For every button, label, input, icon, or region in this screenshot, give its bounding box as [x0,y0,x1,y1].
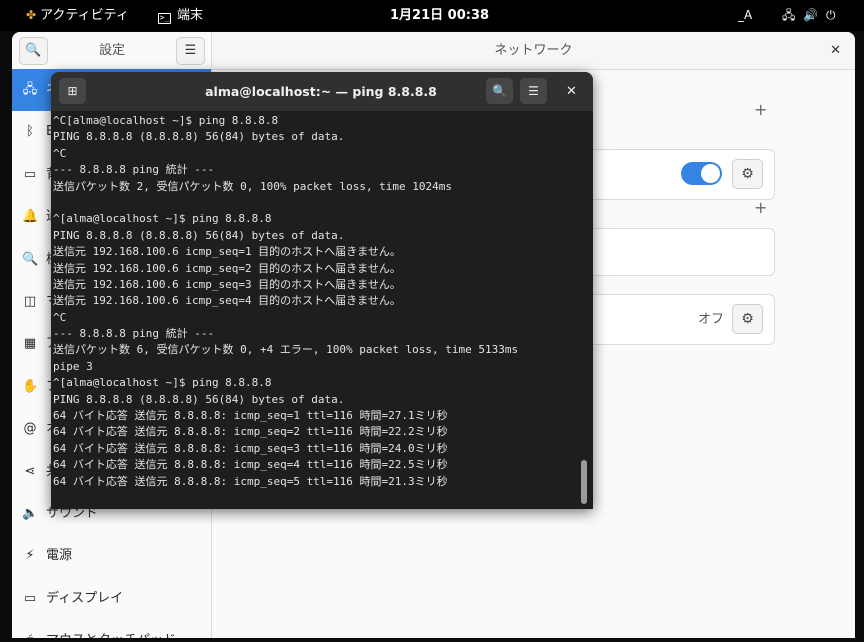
terminal-line: 送信元 192.168.100.6 icmp_seq=4 目的のホストへ届きませ… [53,294,401,308]
add-connection-button[interactable]: + [754,100,767,119]
top-bar: ✤ アクティビティ >_ 端末 1月21日 00:38 _A 🖧 🔊 ⏻ [0,0,864,31]
search-icon: 🔍 [22,251,39,267]
display-icon: ▭ [23,590,37,606]
gear-icon: ⚙ [741,166,754,182]
terminal-output[interactable]: ^C[alma@localhost ~]$ ping 8.8.8.8 PING 8… [53,113,578,507]
applications-icon: ▦ [23,336,37,352]
terminal-line: --- 8.8.8.8 ping 統計 --- [53,327,215,341]
clock[interactable]: 1月21日 00:38 [390,0,489,31]
sidebar-item-mouse[interactable]: 🖰 マウスとタッチパッド [12,620,211,638]
terminal-line: ^[alma@localhost ~]$ ping 8.8.8.8 [53,212,272,226]
terminal-line: 64 バイト応答 送信元 8.8.8.8: icmp_seq=3 ttl=116… [53,441,448,455]
terminal-close-button[interactable]: ✕ [566,72,577,111]
input-method-indicator[interactable]: _A [738,0,752,31]
terminal-window[interactable]: ⊞ alma@localhost:~ — ping 8.8.8.8 🔍 ☰ ✕ … [51,72,593,509]
proxy-state-label: オフ [698,312,725,327]
terminal-line: ^C[alma@localhost ~]$ ping 8.8.8.8 [53,114,279,127]
terminal-line: 送信元 192.168.100.6 icmp_seq=2 目的のホストへ届きませ… [53,261,401,275]
activities-icon: ✤ [26,8,37,22]
terminal-line: ^[alma@localhost ~]$ ping 8.8.8.8 [53,376,272,390]
terminal-line: PING 8.8.8.8 (8.8.8.8) 56(84) bytes of d… [53,228,345,242]
terminal-line: 送信パケット数 2, 受信パケット数 0, 100% packet loss, … [53,179,453,193]
multitasking-icon: ◫ [23,294,37,309]
terminal-scrollbar[interactable] [581,460,587,504]
close-icon: ✕ [566,84,577,99]
panel-title: ネットワーク [494,43,573,58]
terminal-line: ^C [53,146,67,160]
hamburger-menu-icon: ☰ [528,84,539,98]
sidebar-item-label: マウスとタッチパッド [46,620,176,638]
sidebar-search-button[interactable]: 🔍 [19,37,48,65]
close-icon: ✕ [830,43,841,58]
app-menu-label: 端末 [177,8,204,23]
wired-settings-button[interactable]: ⚙ [732,159,763,189]
app-menu-terminal[interactable]: >_ 端末 [158,0,203,31]
close-window-button[interactable]: ✕ [830,32,841,69]
terminal-line: 64 バイト応答 送信元 8.8.8.8: icmp_seq=2 ttl=116… [53,425,448,439]
sidebar-item-display[interactable]: ▭ ディスプレイ [12,578,211,620]
power-icon[interactable]: ⏻ [826,0,836,31]
terminal-search-button[interactable]: 🔍 [486,78,513,104]
bluetooth-icon: ᛒ [26,124,34,140]
volume-icon[interactable]: 🔊 [803,0,818,31]
sidebar-menu-button[interactable]: ☰ [176,37,205,65]
terminal-line: PING 8.8.8.8 (8.8.8.8) 56(84) bytes of d… [53,392,345,406]
panel-header: ネットワーク ✕ [212,32,855,70]
terminal-menu-button[interactable]: ☰ [520,78,547,104]
terminal-title: alma@localhost:~ — ping 8.8.8.8 [205,84,437,99]
activities-label: アクティビティ [40,8,129,23]
terminal-line: 送信パケット数 6, 受信パケット数 0, +4 エラー, 100% packe… [53,343,519,357]
sidebar-header: 🔍 設定 ☰ [12,32,211,70]
mouse-icon: 🖰 [22,620,38,638]
terminal-line: PING 8.8.8.8 (8.8.8.8) 56(84) bytes of d… [53,130,345,144]
sidebar-item-label: 電源 [46,548,73,564]
sidebar-item-power[interactable]: ⚡ 電源 [12,535,211,577]
terminal-line: 64 バイト応答 送信元 8.8.8.8: icmp_seq=4 ttl=116… [53,458,448,472]
sidebar-item-label: ディスプレイ [46,590,124,606]
terminal-line: ^C [53,310,67,324]
search-icon: 🔍 [25,43,42,58]
terminal-header-bar: ⊞ alma@localhost:~ — ping 8.8.8.8 🔍 ☰ ✕ [51,72,593,111]
wired-toggle-switch[interactable] [681,162,722,185]
search-icon: 🔍 [492,84,507,98]
online-accounts-icon: @ [23,421,37,437]
privacy-icon: ✋ [22,378,39,394]
activities-button[interactable]: ✤ アクティビティ [26,0,129,31]
proxy-settings-button[interactable]: ⚙ [732,304,763,334]
sharing-icon: ⋖ [24,463,36,479]
background-icon: ▭ [23,166,37,182]
notifications-icon: 🔔 [22,209,39,225]
power-icon: ⚡ [25,548,35,564]
terminal-line: 送信元 192.168.100.6 icmp_seq=3 目的のホストへ届きませ… [53,277,401,291]
terminal-line: pipe 3 [53,359,93,373]
sound-icon: 🔈 [22,506,39,521]
gear-icon: ⚙ [741,311,754,327]
settings-title: 設定 [98,43,125,58]
terminal-line: 64 バイト応答 送信元 8.8.8.8: icmp_seq=5 ttl=116… [53,474,448,488]
terminal-line: --- 8.8.8.8 ping 統計 --- [53,163,215,177]
terminal-app-icon: >_ [158,13,171,24]
terminal-line: 送信元 192.168.100.6 icmp_seq=1 目的のホストへ届きませ… [53,245,401,259]
new-tab-button[interactable]: ⊞ [59,78,86,104]
network-icon: 🖧 [22,82,38,97]
network-status-icon[interactable]: 🖧 [782,0,795,31]
terminal-line: 64 バイト応答 送信元 8.8.8.8: icmp_seq=1 ttl=116… [53,409,448,423]
add-vpn-button[interactable]: + [754,198,767,217]
hamburger-menu-icon: ☰ [184,43,197,58]
new-tab-icon: ⊞ [67,84,78,98]
